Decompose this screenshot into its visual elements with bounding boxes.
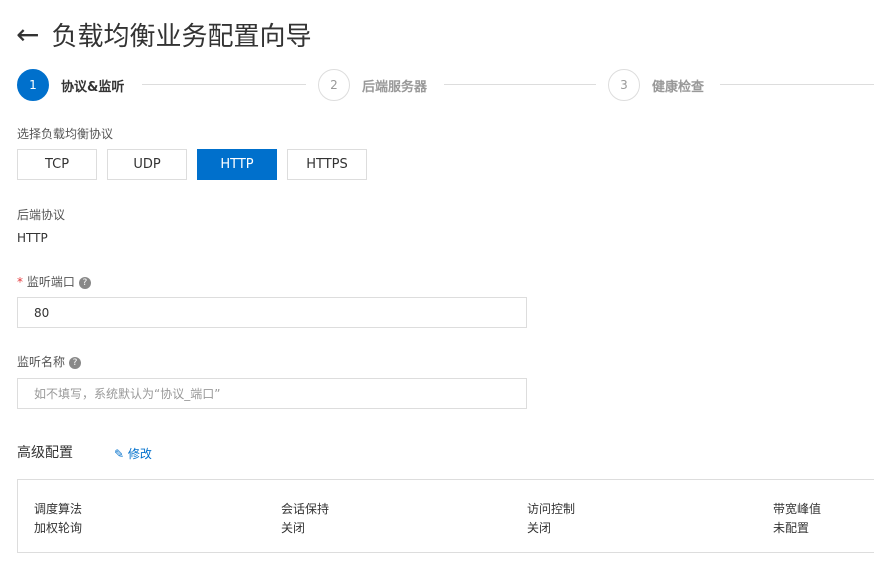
summary-value: 关闭: [527, 521, 552, 535]
protocol-tcp-button[interactable]: TCP: [17, 149, 97, 180]
edit-link[interactable]: ✎ 修改: [114, 445, 152, 462]
page-header: ← 负载均衡业务配置向导: [16, 16, 311, 53]
summary-label: 调度算法: [34, 502, 83, 516]
step-number: 2: [318, 69, 350, 101]
protocol-udp-button[interactable]: UDP: [107, 149, 187, 180]
step-connector: [444, 84, 596, 85]
backend-protocol-value: HTTP: [17, 231, 48, 245]
protocol-https-button[interactable]: HTTPS: [287, 149, 367, 180]
port-input[interactable]: 80: [17, 297, 527, 328]
step-label: 后端服务器: [362, 79, 428, 95]
advanced-summary: 调度算法加权轮询 会话保持关闭 访问控制关闭 带宽峰值未配置: [17, 479, 874, 553]
step-label: 健康检查: [652, 79, 705, 95]
name-label-row: 监听名称?: [17, 353, 82, 370]
required-marker: *: [17, 275, 23, 289]
step-3: 3 健康检查: [608, 69, 704, 101]
page-title: 负载均衡业务配置向导: [51, 22, 312, 52]
summary-item: 带宽峰值 未配置: [773, 500, 821, 538]
summary-item: 调度算法 加权轮询: [34, 500, 82, 538]
summary-value: 加权轮询: [34, 521, 83, 535]
step-label: 协议&监听: [61, 79, 125, 95]
port-value: 80: [34, 305, 50, 320]
port-label-row: * 监听端口?: [17, 273, 91, 290]
summary-label: 访问控制: [527, 502, 576, 516]
backend-protocol-label: 后端协议: [17, 208, 66, 222]
protocol-label: 选择负载均衡协议: [17, 127, 114, 141]
summary-item: 会话保持 关闭: [281, 500, 329, 538]
step-1: 1 协议&监听: [17, 69, 124, 101]
advanced-title: 高级配置: [17, 445, 73, 461]
protocol-http-button[interactable]: HTTP: [197, 149, 277, 180]
help-icon[interactable]: ?: [69, 356, 82, 369]
step-connector: [142, 84, 306, 85]
back-arrow-icon[interactable]: ←: [16, 20, 39, 49]
name-placeholder: 如不填写，系统默认为“协议_端口”: [34, 387, 221, 401]
port-label: 监听端口: [26, 275, 75, 289]
summary-label: 带宽峰值: [773, 502, 822, 516]
listener-name-input[interactable]: 如不填写，系统默认为“协议_端口”: [17, 378, 527, 409]
summary-label: 会话保持: [281, 502, 330, 516]
step-number: 1: [17, 69, 49, 101]
help-icon[interactable]: ?: [78, 276, 91, 289]
step-connector: [720, 84, 874, 85]
edit-label: 修改: [127, 447, 152, 461]
summary-value: 未配置: [773, 521, 810, 535]
name-label: 监听名称: [17, 355, 66, 369]
step-2: 2 后端服务器: [318, 69, 427, 101]
summary-value: 关闭: [281, 521, 306, 535]
summary-item: 访问控制 关闭: [527, 500, 575, 538]
step-number: 3: [608, 69, 640, 101]
pencil-icon: ✎: [114, 447, 125, 461]
